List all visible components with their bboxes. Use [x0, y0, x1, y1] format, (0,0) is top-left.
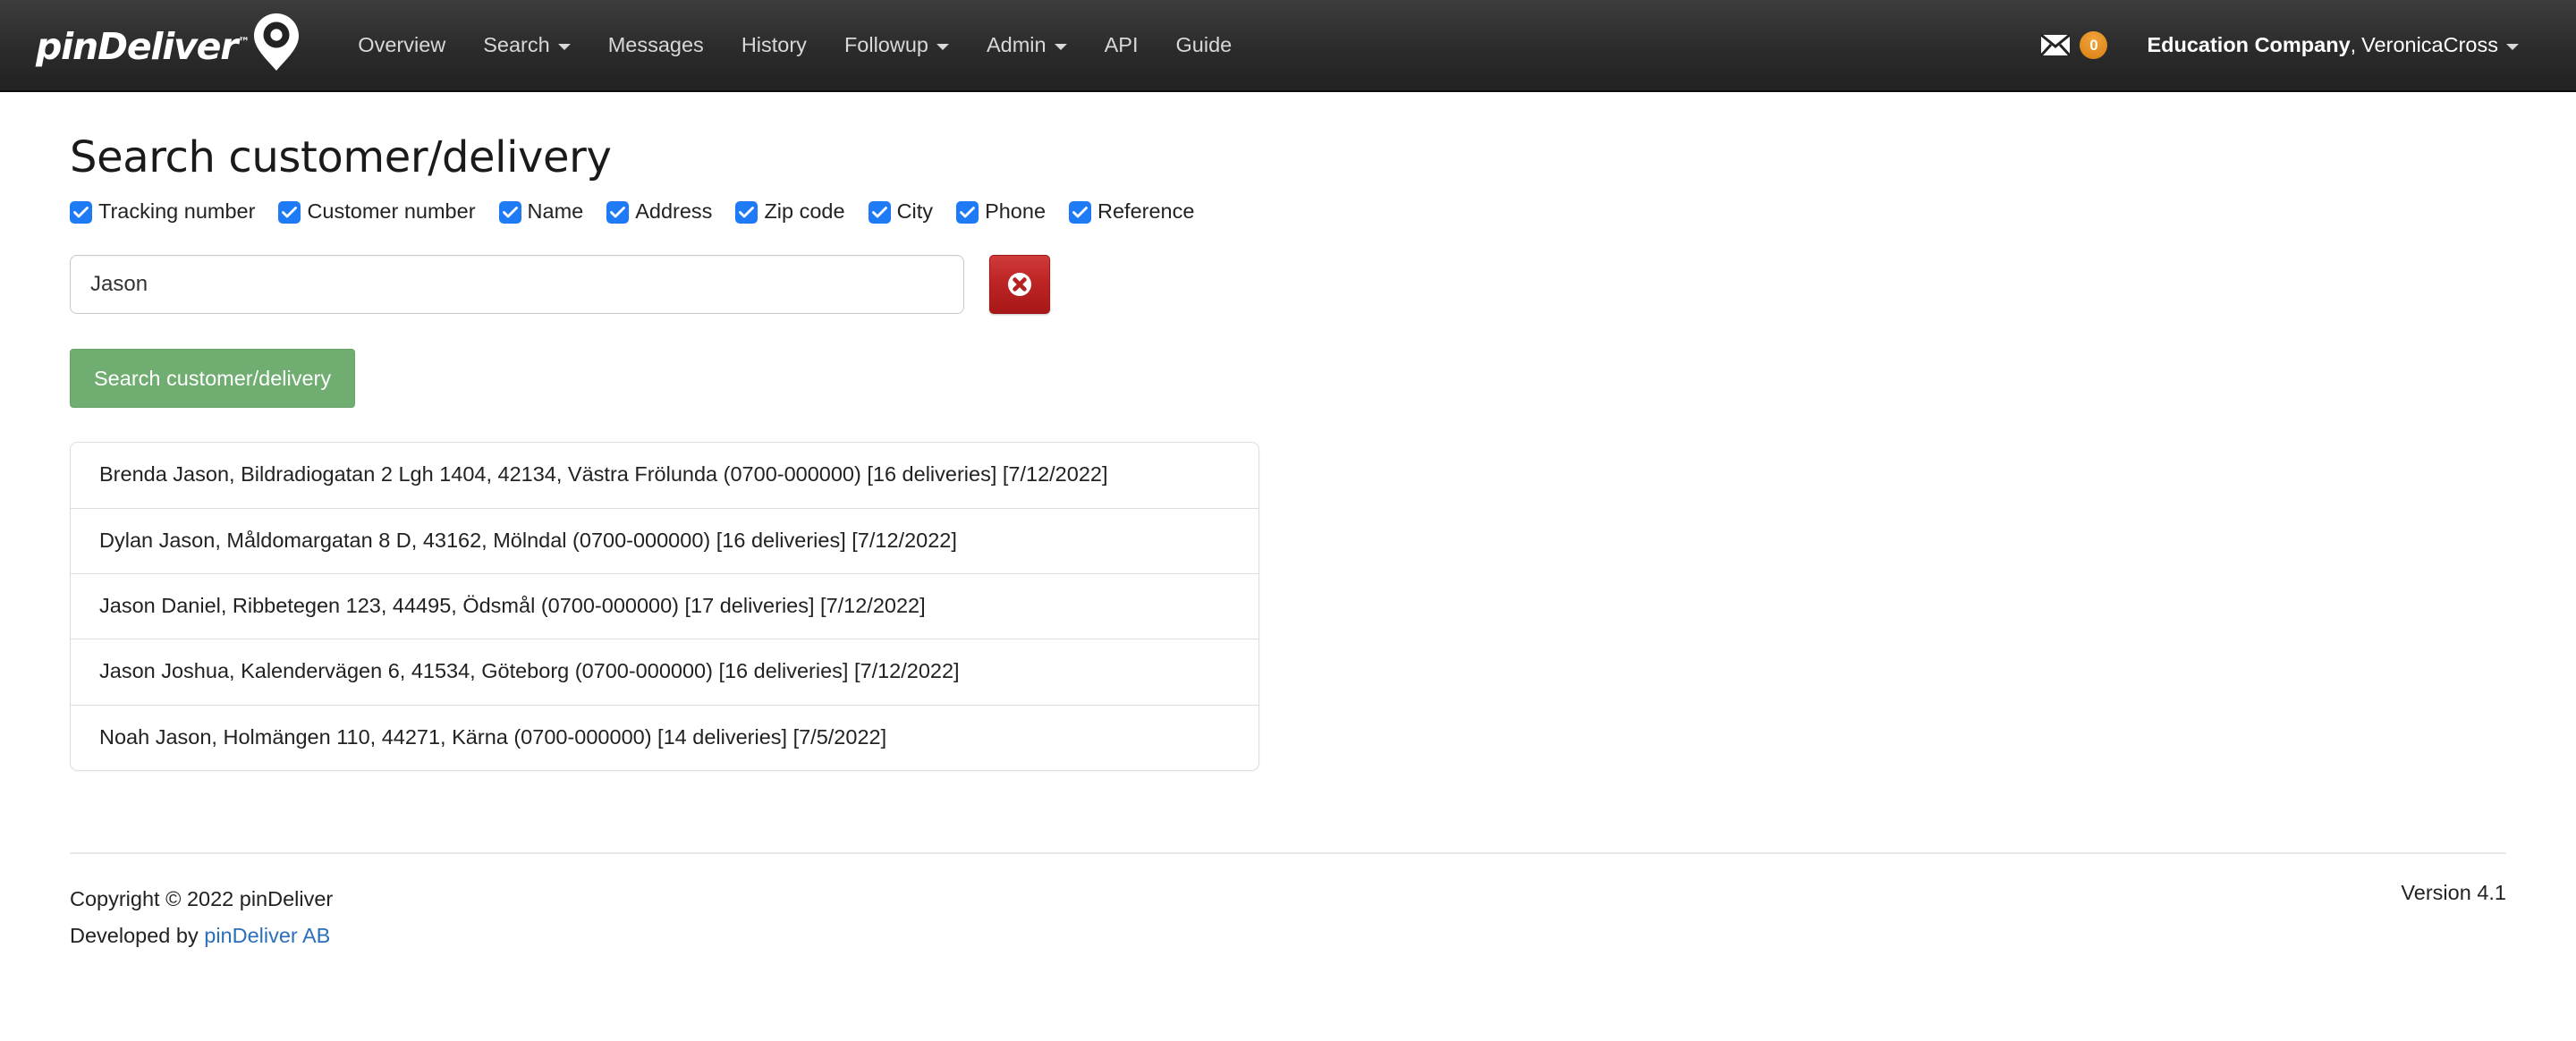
search-submit-button[interactable]: Search customer/delivery [70, 349, 356, 409]
search-row [70, 255, 2506, 315]
list-item[interactable]: Dylan Jason, Måldomargatan 8 D, 43162, M… [71, 508, 1258, 574]
nav-item-followup[interactable]: Followup [826, 0, 968, 91]
nav-item-history[interactable]: History [723, 0, 826, 91]
nav-label-admin: Admin [986, 33, 1046, 56]
search-input[interactable] [70, 255, 964, 315]
filter-phone[interactable]: Phone [956, 199, 1046, 224]
brand-logo[interactable]: pinDeliver™ [36, 0, 300, 91]
messages-inbox-link[interactable]: 0 [2026, 31, 2122, 59]
envelope-icon [2040, 34, 2072, 56]
nav-item-guide[interactable]: Guide [1157, 0, 1251, 91]
nav-label-overview: Overview [358, 33, 446, 56]
page-footer: Copyright © 2022 pinDeliver Developed by… [0, 881, 2576, 954]
user-company-name: Education Company [2147, 33, 2351, 56]
user-separator: , [2350, 33, 2357, 56]
footer-version: Version 4.1 [2401, 881, 2506, 905]
page-content: Search customer/delivery Tracking number… [0, 132, 2576, 772]
filter-tracking-number[interactable]: Tracking number [70, 199, 255, 224]
nav-label-search: Search [483, 33, 550, 56]
filter-label: Name [527, 199, 584, 224]
checkbox-checked-icon[interactable] [70, 201, 92, 224]
nav-label-guide: Guide [1175, 33, 1233, 56]
nav-item-search[interactable]: Search [464, 0, 589, 91]
top-navbar: pinDeliver™ Overview Search Messages His… [0, 0, 2576, 92]
nav-item-overview[interactable]: Overview [339, 0, 464, 91]
filter-reference[interactable]: Reference [1069, 199, 1194, 224]
filter-label: Customer number [307, 199, 476, 224]
search-submit-label: Search customer/delivery [94, 366, 332, 390]
filter-label: City [896, 199, 934, 224]
pindeliver-ab-link[interactable]: pinDeliver AB [204, 924, 330, 947]
nav-label-messages: Messages [607, 33, 704, 56]
map-pin-icon [253, 12, 300, 72]
list-item[interactable]: Jason Joshua, Kalendervägen 6, 41534, Gö… [71, 639, 1258, 706]
filter-label: Zip code [764, 199, 845, 224]
chevron-down-icon [557, 44, 571, 50]
checkbox-checked-icon[interactable] [956, 201, 979, 224]
filter-customer-number[interactable]: Customer number [278, 199, 476, 224]
circle-x-icon [1006, 271, 1033, 298]
chevron-down-icon [2506, 44, 2519, 50]
checkbox-checked-icon[interactable] [1069, 201, 1092, 224]
search-results-list: Brenda Jason, Bildradiogatan 2 Lgh 1404,… [70, 442, 1259, 772]
navbar-right: 0 Education Company, VeronicaCross [2026, 0, 2540, 91]
footer-developed-prefix: Developed by [70, 924, 205, 948]
filter-zip-code[interactable]: Zip code [735, 199, 845, 224]
messages-badge: 0 [2080, 31, 2108, 59]
filter-label: Tracking number [98, 199, 256, 224]
nav-item-api[interactable]: API [1086, 0, 1157, 91]
chevron-down-icon [936, 44, 949, 50]
footer-developed-by: Developed by pinDeliver AB [70, 918, 2506, 954]
nav-label-api: API [1104, 33, 1139, 56]
list-item[interactable]: Noah Jason, Holmängen 110, 44271, Kärna … [71, 705, 1258, 771]
nav-links: Overview Search Messages History Followu… [339, 0, 1250, 91]
footer-divider [70, 852, 2506, 855]
brand-wordmark: pinDeliver™ [36, 29, 250, 65]
list-item[interactable]: Jason Daniel, Ribbetegen 123, 44495, Öds… [71, 573, 1258, 640]
checkbox-checked-icon[interactable] [498, 201, 521, 224]
filter-label: Address [635, 199, 713, 224]
list-item[interactable]: Brenda Jason, Bildradiogatan 2 Lgh 1404,… [71, 443, 1258, 509]
checkbox-checked-icon[interactable] [735, 201, 758, 224]
clear-search-button[interactable] [989, 255, 1050, 315]
footer-copyright: Copyright © 2022 pinDeliver [70, 887, 334, 911]
nav-item-admin[interactable]: Admin [968, 0, 1086, 91]
checkbox-checked-icon[interactable] [278, 201, 301, 224]
user-account-menu[interactable]: Education Company, VeronicaCross [2122, 33, 2540, 57]
search-field-filters: Tracking number Customer number Name Add… [70, 199, 2506, 224]
filter-label: Phone [985, 199, 1046, 224]
checkbox-checked-icon[interactable] [868, 201, 891, 224]
filter-address[interactable]: Address [606, 199, 712, 224]
filter-city[interactable]: City [868, 199, 934, 224]
filter-label: Reference [1097, 199, 1195, 224]
filter-name[interactable]: Name [498, 199, 584, 224]
user-display-name: VeronicaCross [2361, 33, 2498, 56]
nav-item-messages[interactable]: Messages [589, 0, 723, 91]
page-title: Search customer/delivery [70, 132, 612, 182]
nav-label-followup: Followup [843, 33, 928, 56]
chevron-down-icon [1054, 44, 1067, 50]
nav-label-history: History [741, 33, 807, 56]
brand-wordmark-text: pinDeliver [36, 25, 238, 68]
trademark-symbol: ™ [238, 36, 250, 50]
checkbox-checked-icon[interactable] [606, 201, 630, 224]
